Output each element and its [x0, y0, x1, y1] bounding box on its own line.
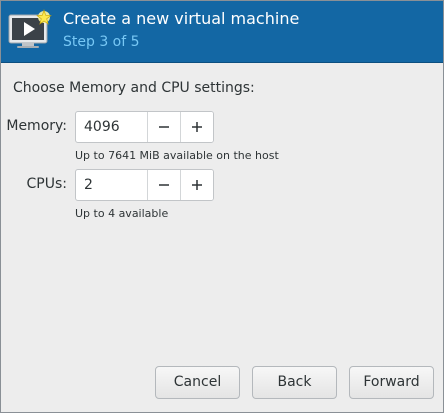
cpus-input[interactable]: 2	[76, 170, 147, 200]
dialog-header: Create a new virtual machine Step 3 of 5	[1, 1, 443, 63]
memory-label: Memory:	[6, 118, 67, 134]
new-vm-dialog: Create a new virtual machine Step 3 of 5…	[0, 0, 444, 413]
virtual-machine-icon	[7, 8, 53, 51]
cpus-decrement-button[interactable]	[147, 170, 180, 200]
cancel-button[interactable]: Cancel	[155, 366, 240, 399]
plus-icon	[191, 176, 203, 195]
minus-icon	[158, 118, 170, 137]
cpus-hint: Up to 4 available	[75, 207, 169, 220]
cpus-label: CPUs:	[26, 176, 67, 192]
forward-button[interactable]: Forward	[349, 366, 434, 399]
memory-decrement-button[interactable]	[147, 112, 180, 142]
back-button[interactable]: Back	[252, 366, 337, 399]
memory-hint: Up to 7641 MiB available on the host	[75, 149, 279, 162]
memory-input[interactable]: 4096	[76, 112, 147, 142]
section-heading: Choose Memory and CPU settings:	[13, 80, 255, 96]
cpus-increment-button[interactable]	[180, 170, 213, 200]
memory-increment-button[interactable]	[180, 112, 213, 142]
dialog-title: Create a new virtual machine	[63, 9, 300, 28]
step-indicator: Step 3 of 5	[63, 34, 140, 50]
memory-spinbox: 4096	[75, 111, 214, 143]
plus-icon	[191, 118, 203, 137]
minus-icon	[158, 176, 170, 195]
cpus-spinbox: 2	[75, 169, 214, 201]
